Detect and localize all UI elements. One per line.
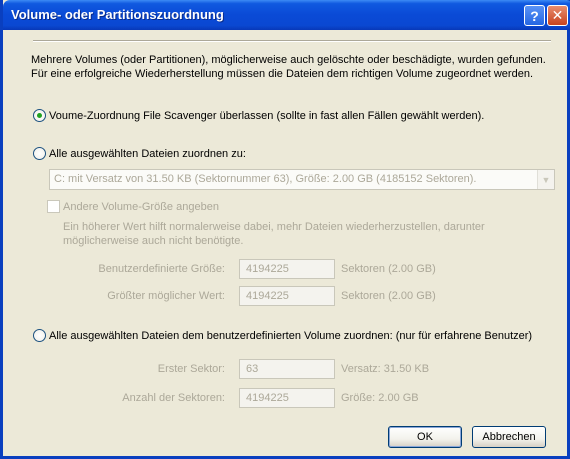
title-bar[interactable]: Volume- oder Partitionszuordnung ? ✕ bbox=[3, 0, 570, 30]
custom-size-input[interactable]: 4194225 bbox=[239, 259, 335, 279]
first-sector-input[interactable]: 63 bbox=[239, 359, 335, 379]
other-size-checkbox[interactable] bbox=[47, 200, 60, 213]
custom-size-value: 4194225 bbox=[246, 263, 289, 275]
dialog-window: Volume- oder Partitionszuordnung ? ✕ Meh… bbox=[0, 0, 570, 459]
radio-selected-dot bbox=[37, 113, 42, 118]
window-title: Volume- oder Partitionszuordnung bbox=[11, 7, 224, 22]
first-sector-suffix: Versatz: 31.50 KB bbox=[341, 363, 430, 375]
first-sector-label: Erster Sektor: bbox=[157, 363, 225, 375]
cancel-button[interactable]: Abbrechen bbox=[472, 426, 546, 448]
help-button[interactable]: ? bbox=[524, 5, 545, 26]
custom-size-suffix: Sektoren (2.00 GB) bbox=[341, 263, 436, 275]
top-separator bbox=[33, 40, 551, 42]
sector-count-value: 4194225 bbox=[246, 392, 289, 404]
max-size-input[interactable]: 4194225 bbox=[239, 286, 335, 306]
close-icon: ✕ bbox=[551, 7, 564, 23]
custom-size-label: Benutzerdefinierte Größe: bbox=[98, 263, 225, 275]
radio-custom-volume[interactable] bbox=[33, 329, 46, 342]
sector-count-input[interactable]: 4194225 bbox=[239, 388, 335, 408]
max-size-value: 4194225 bbox=[246, 290, 289, 302]
size-hint-text: Ein höherer Wert hilft normalerweise dab… bbox=[63, 221, 485, 247]
radio-assign-to-volume-label[interactable]: Alle ausgewählten Dateien zuordnen zu: bbox=[49, 148, 246, 160]
help-icon: ? bbox=[530, 7, 539, 24]
first-sector-value: 63 bbox=[246, 363, 259, 375]
volume-select-value: C: mit Versatz von 31.50 KB (Sektornumme… bbox=[54, 173, 477, 185]
radio-assign-to-volume[interactable] bbox=[33, 147, 46, 160]
chevron-down-icon[interactable]: ▼ bbox=[537, 170, 554, 189]
sector-count-label: Anzahl der Sektoren: bbox=[122, 392, 225, 404]
max-size-suffix: Sektoren (2.00 GB) bbox=[341, 290, 436, 302]
max-size-label: Größter möglicher Wert: bbox=[107, 290, 225, 302]
other-size-checkbox-label[interactable]: Andere Volume-Größe angeben bbox=[63, 201, 219, 213]
ok-button[interactable]: OK bbox=[388, 426, 462, 448]
volume-select[interactable]: C: mit Versatz von 31.50 KB (Sektornumme… bbox=[49, 169, 555, 190]
radio-auto-assign-label[interactable]: Voume-Zuordnung File Scavenger überlasse… bbox=[49, 110, 484, 122]
radio-custom-volume-label[interactable]: Alle ausgewählten Dateien dem benutzerde… bbox=[49, 330, 532, 342]
description-text: Mehrere Volumes (oder Partitionen), mögl… bbox=[31, 54, 546, 80]
radio-auto-assign[interactable] bbox=[33, 109, 46, 122]
close-button[interactable]: ✕ bbox=[547, 5, 568, 26]
sector-count-suffix: Größe: 2.00 GB bbox=[341, 392, 419, 404]
